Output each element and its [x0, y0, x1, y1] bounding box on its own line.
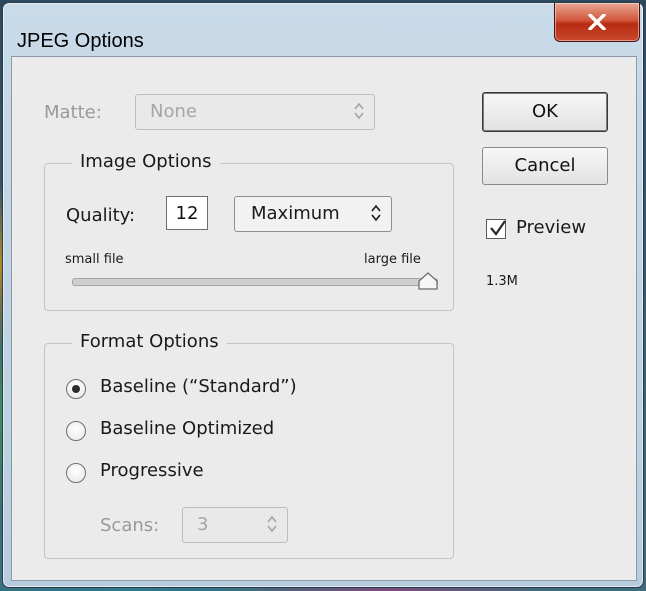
- preview-label: Preview: [516, 217, 587, 238]
- matte-select[interactable]: None: [135, 94, 375, 130]
- radio-label-baseline-optimized: Baseline Optimized: [100, 418, 275, 439]
- ok-button[interactable]: OK: [482, 92, 608, 132]
- dialog-client-area: Matte: None OK Cancel Preview 1.3M Image…: [11, 56, 637, 581]
- matte-label: Matte:: [44, 102, 102, 123]
- updown-arrows-icon: [354, 102, 364, 120]
- jpeg-options-dialog: JPEG Options Matte: None OK Cancel Previ…: [2, 2, 644, 588]
- quality-slider-track[interactable]: [72, 278, 438, 286]
- image-options-group: [44, 163, 454, 311]
- file-size-readout: 1.3M: [486, 274, 518, 289]
- quality-input[interactable]: [166, 196, 208, 230]
- slider-min-label: small file: [65, 252, 124, 267]
- close-button[interactable]: [554, 3, 640, 42]
- quality-slider-thumb[interactable]: [417, 271, 439, 291]
- checkmark-icon: [490, 220, 506, 236]
- preview-checkbox[interactable]: [486, 219, 506, 239]
- scans-select-value: 3: [197, 514, 209, 535]
- quality-label: Quality:: [66, 205, 136, 226]
- scans-select[interactable]: 3: [182, 507, 288, 543]
- format-options-legend: Format Options: [72, 331, 227, 352]
- updown-arrows-icon: [371, 204, 381, 222]
- quality-preset-value: Maximum: [251, 203, 340, 224]
- dialog-title: JPEG Options: [17, 30, 144, 52]
- radio-baseline-optimized[interactable]: [66, 421, 86, 441]
- radio-baseline-standard[interactable]: [66, 379, 86, 399]
- scans-label: Scans:: [100, 515, 160, 536]
- radio-label-baseline-standard: Baseline (“Standard”): [100, 376, 297, 397]
- quality-preset-select[interactable]: Maximum: [234, 196, 392, 232]
- cancel-button[interactable]: Cancel: [482, 147, 608, 185]
- slider-max-label: large file: [364, 252, 421, 267]
- radio-progressive[interactable]: [66, 463, 86, 483]
- close-icon: [588, 14, 606, 30]
- image-options-legend: Image Options: [72, 151, 220, 172]
- updown-arrows-icon: [267, 515, 277, 533]
- matte-select-value: None: [150, 101, 197, 122]
- radio-label-progressive: Progressive: [100, 460, 204, 481]
